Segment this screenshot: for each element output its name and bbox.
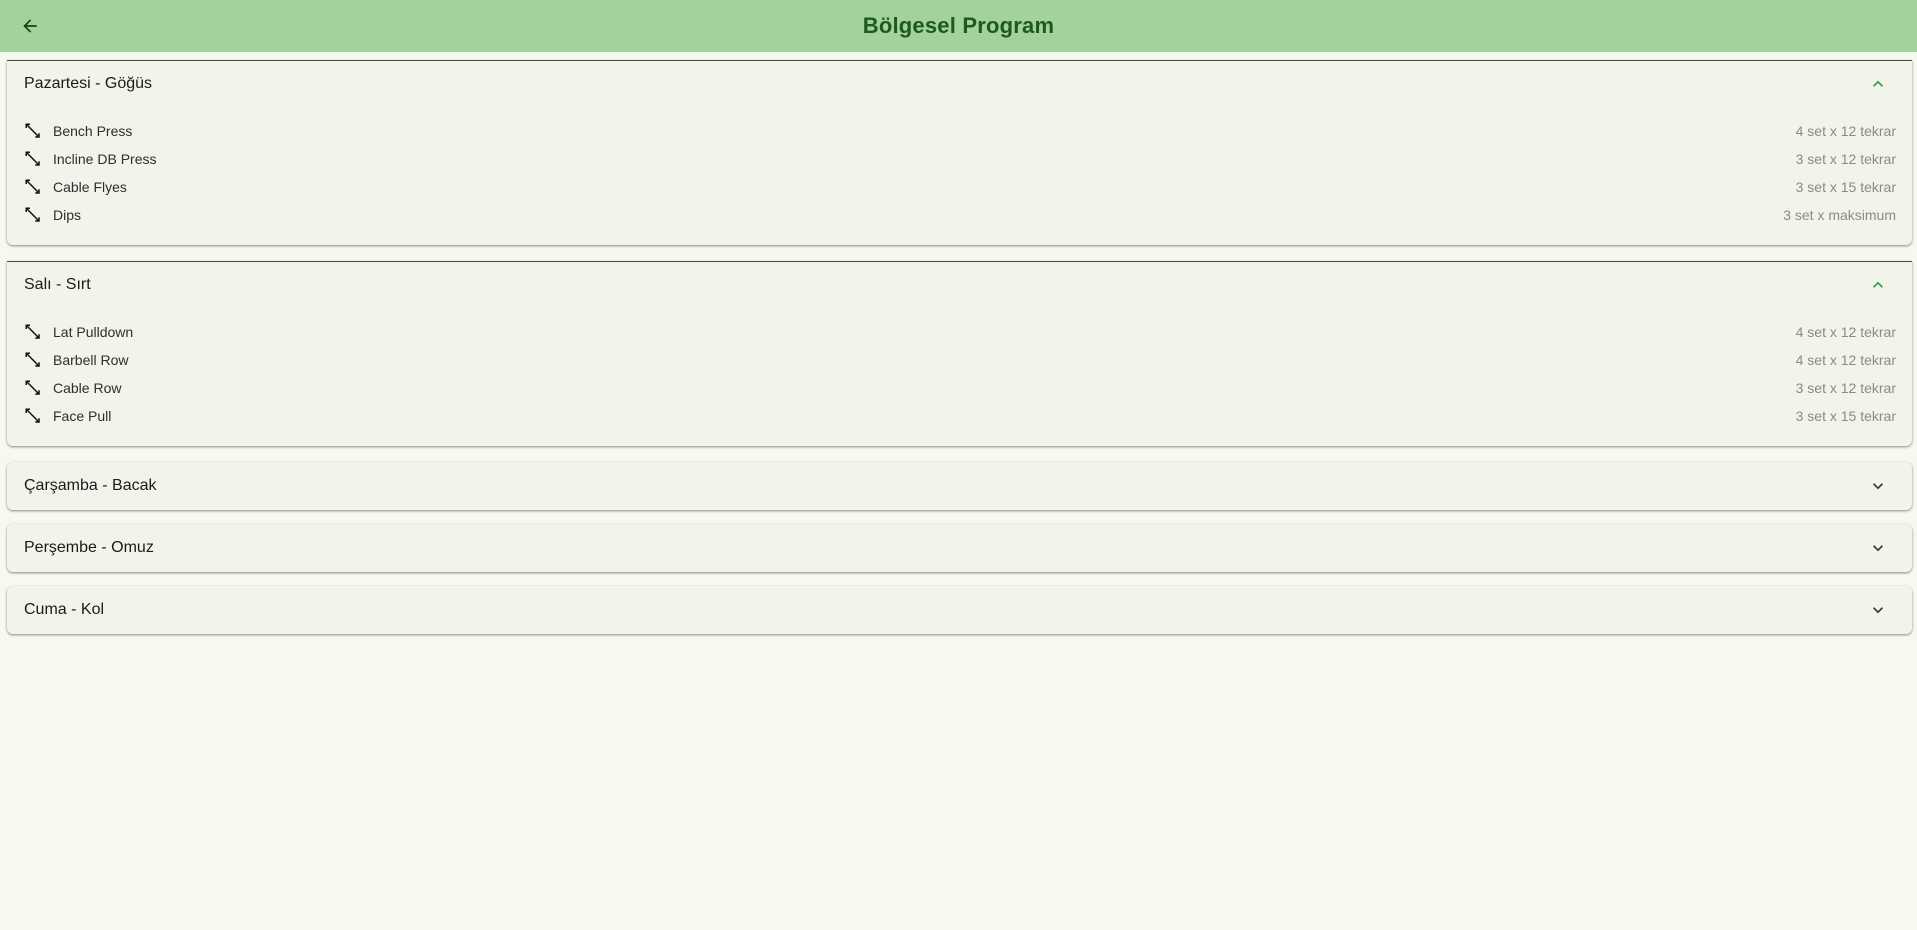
- exercise-row: Barbell Row 4 set x 12 tekrar: [24, 346, 1896, 374]
- exercise-list: Bench Press 4 set x 12 tekrar Incline DB P…: [7, 107, 1912, 245]
- expansion-panel: Perşembe - Omuz: [7, 524, 1912, 572]
- panel-header[interactable]: Cuma - Kol: [7, 586, 1912, 634]
- exercise-row: Cable Flyes 3 set x 15 tekrar: [24, 173, 1896, 201]
- dumbbell-expand-icon: [24, 178, 42, 196]
- expansion-panel: Pazartesi - Göğüs Bench Press 4 set x 12 t…: [7, 60, 1912, 245]
- exercise-sets: 3 set x 15 tekrar: [1795, 179, 1896, 195]
- exercise-row: Incline DB Press 3 set x 12 tekrar: [24, 145, 1896, 173]
- panel-header[interactable]: Perşembe - Omuz: [7, 524, 1912, 572]
- expansion-panel: Çarşamba - Bacak: [7, 462, 1912, 510]
- exercise-name: Face Pull: [53, 408, 112, 424]
- chevron-down-icon: [1873, 545, 1883, 552]
- expand-arrows-icon: [25, 352, 40, 367]
- exercise-list: Lat Pulldown 4 set x 12 tekrar Barbell Row…: [7, 308, 1912, 446]
- exercise-name: Bench Press: [53, 123, 133, 139]
- dumbbell-expand-icon: [24, 323, 42, 341]
- expand-toggle[interactable]: [1868, 600, 1888, 620]
- exercise-sets: 3 set x 12 tekrar: [1795, 151, 1896, 167]
- chevron-down-icon: [1873, 483, 1883, 490]
- page-title: Bölgesel Program: [862, 13, 1055, 38]
- panel-title: Perşembe - Omuz: [24, 539, 154, 556]
- panel-title: Salı - Sırt: [24, 276, 91, 293]
- app-bar: Bölgesel Program: [0, 0, 1917, 52]
- exercise-sets: 3 set x 15 tekrar: [1795, 408, 1896, 424]
- expand-arrows-icon: [25, 123, 40, 138]
- expansion-panel: Salı - Sırt Lat Pulldown 4 set x 12 tekrar…: [7, 261, 1912, 446]
- exercise-name: Cable Row: [53, 380, 122, 396]
- exercise-sets: 3 set x 12 tekrar: [1795, 380, 1896, 396]
- collapse-toggle[interactable]: [1868, 74, 1888, 94]
- dumbbell-expand-icon: [24, 379, 42, 397]
- collapse-toggle[interactable]: [1868, 275, 1888, 295]
- exercise-sets: 4 set x 12 tekrar: [1795, 123, 1896, 139]
- chevron-up-icon: [1873, 80, 1883, 87]
- dumbbell-expand-icon: [24, 351, 42, 369]
- exercise-name: Cable Flyes: [53, 179, 127, 195]
- expand-toggle[interactable]: [1868, 476, 1888, 496]
- expand-arrows-icon: [25, 179, 40, 194]
- arrow-left-icon: [23, 19, 37, 33]
- expand-arrows-icon: [25, 324, 40, 339]
- dumbbell-expand-icon: [24, 122, 42, 140]
- expansion-panel: Cuma - Kol: [7, 586, 1912, 634]
- exercise-sets: 3 set x maksimum: [1783, 207, 1896, 223]
- exercise-row: Dips 3 set x maksimum: [24, 201, 1896, 229]
- exercise-sets: 4 set x 12 tekrar: [1795, 352, 1896, 368]
- chevron-down-icon: [1873, 607, 1883, 614]
- exercise-name: Barbell Row: [53, 352, 129, 368]
- dumbbell-expand-icon: [24, 206, 42, 224]
- expand-arrows-icon: [25, 151, 40, 166]
- panel-title: Cuma - Kol: [24, 601, 105, 618]
- back-button[interactable]: [14, 10, 46, 42]
- exercise-row: Lat Pulldown 4 set x 12 tekrar: [24, 318, 1896, 346]
- exercise-sets: 4 set x 12 tekrar: [1795, 324, 1896, 340]
- exercise-name: Lat Pulldown: [53, 324, 134, 340]
- exercise-row: Bench Press 4 set x 12 tekrar: [24, 117, 1896, 145]
- chevron-up-icon: [1873, 281, 1883, 288]
- exercise-name: Incline DB Press: [53, 151, 157, 167]
- expand-toggle[interactable]: [1868, 538, 1888, 558]
- expand-arrows-icon: [25, 380, 40, 395]
- exercise-row: Cable Row 3 set x 12 tekrar: [24, 374, 1896, 402]
- panel-title: Pazartesi - Göğüs: [24, 75, 153, 92]
- panel-header[interactable]: Çarşamba - Bacak: [7, 462, 1912, 510]
- dumbbell-expand-icon: [24, 150, 42, 168]
- exercise-row: Face Pull 3 set x 15 tekrar: [24, 402, 1896, 430]
- expand-arrows-icon: [25, 207, 40, 222]
- expand-arrows-icon: [25, 408, 40, 423]
- panel-header[interactable]: Salı - Sırt: [7, 262, 1912, 308]
- program-panel-list: Pazartesi - Göğüs Bench Press 4 set x 12 t…: [0, 52, 1917, 634]
- panel-header[interactable]: Pazartesi - Göğüs: [7, 61, 1912, 107]
- panel-title: Çarşamba - Bacak: [24, 477, 157, 494]
- dumbbell-expand-icon: [24, 407, 42, 425]
- exercise-name: Dips: [53, 207, 82, 223]
